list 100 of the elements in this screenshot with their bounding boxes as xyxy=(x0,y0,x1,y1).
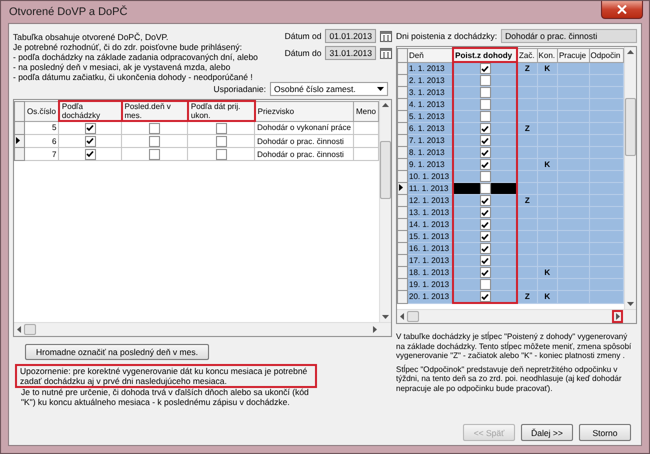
column-header[interactable]: Posled.deň v mes. xyxy=(122,101,188,121)
checkbox[interactable] xyxy=(480,243,491,254)
scroll-thumb[interactable] xyxy=(24,324,36,335)
table-cell: Dohodár o vykonaní práce xyxy=(254,121,354,134)
intro-text: Tabuľka obsahuje otvorené DoPČ, DoVP. xyxy=(13,32,170,42)
start-code: Z xyxy=(524,124,530,133)
scroll-left-icon[interactable] xyxy=(400,313,404,320)
warning-text: Upozornenie: pre korektné vygenerovanie dát ku koncu mesiaca je potrebné zadať dochádzku aj v prvé dni nasledujúceho mesiaca. xyxy=(16,365,316,387)
checkbox[interactable] xyxy=(480,195,491,206)
column-header[interactable]: Zač. xyxy=(517,48,538,62)
column-header[interactable]: Poist.z dohody xyxy=(453,48,518,62)
scroll-up-icon[interactable] xyxy=(627,50,634,54)
checkbox[interactable] xyxy=(480,123,491,134)
checkbox[interactable] xyxy=(480,255,491,266)
checkbox[interactable] xyxy=(480,87,491,98)
column-header[interactable]: Os.číslo xyxy=(24,101,59,121)
note-text: Je to nutné pre určenie, či dohoda trvá v ďalších dňoch alebo sa ukončí (kód "K") ku koncu aktuálneho mesiaca - k poslednému zápisu v dochádzke. xyxy=(21,387,310,407)
checkbox[interactable] xyxy=(480,135,491,146)
checkbox[interactable] xyxy=(149,122,160,134)
sort-dropdown[interactable]: Osobné číslo zamest. xyxy=(270,82,388,96)
checkbox[interactable] xyxy=(216,148,227,160)
row-pointer-icon xyxy=(399,184,403,191)
start-code: Z xyxy=(524,64,530,73)
caret-icon xyxy=(377,87,384,91)
column-header[interactable]: Meno xyxy=(353,101,378,121)
checkbox[interactable] xyxy=(84,136,96,146)
close-icon xyxy=(617,5,627,14)
checkbox[interactable] xyxy=(480,111,491,122)
checkbox[interactable] xyxy=(84,122,96,134)
table-cell: 6 xyxy=(24,134,59,148)
column-header[interactable]: Odpočin xyxy=(589,48,624,62)
window-title: Otvorené DoVP a DoPČ xyxy=(9,6,128,18)
close-button[interactable] xyxy=(601,1,643,19)
checkbox[interactable] xyxy=(480,159,491,170)
checkbox[interactable] xyxy=(480,75,491,86)
start-code: Z xyxy=(524,292,530,302)
checkbox[interactable] xyxy=(149,136,160,146)
scroll-down-icon[interactable] xyxy=(627,302,634,306)
scroll-thumb[interactable] xyxy=(380,141,391,199)
wizard-button[interactable]: Storno xyxy=(579,424,631,441)
checkbox[interactable] xyxy=(480,99,491,110)
table-cell: Dohodár o prac. činnosti xyxy=(254,148,354,160)
checkbox[interactable] xyxy=(480,183,491,194)
column-header[interactable]: Priezvisko xyxy=(254,101,354,121)
column-header[interactable]: Kon. xyxy=(537,48,558,62)
checkbox[interactable] xyxy=(84,148,96,160)
scroll-down-icon[interactable] xyxy=(382,315,389,319)
info-text: Stĺpec "Odpočinok" predstavuje deň nepretržitého odpočinku v týždni, na tento deň sa zo zrd. poi. neodhlasuje (aj keď dohodár nepracuje ale po odpočinku bude pracovať). xyxy=(396,364,623,393)
scroll-right-icon[interactable] xyxy=(373,326,377,333)
horizontal-scrollbar[interactable] xyxy=(397,309,636,323)
checkbox[interactable] xyxy=(480,171,491,182)
row-header[interactable] xyxy=(14,134,24,148)
checkbox[interactable] xyxy=(216,136,227,146)
calendar-icon[interactable] xyxy=(380,30,392,42)
end-code: K xyxy=(544,160,550,169)
checkbox[interactable] xyxy=(480,291,491,302)
date-label: Dátum do xyxy=(284,48,322,58)
scroll-thumb[interactable] xyxy=(407,311,419,322)
checkbox[interactable] xyxy=(480,231,491,242)
checkbox[interactable] xyxy=(480,219,491,230)
intro-text: Je potrebné rozhodnúť, či do zdr. poisťovne bude prihlásený: xyxy=(13,42,243,52)
row-header[interactable] xyxy=(398,182,408,194)
vertical-scrollbar[interactable] xyxy=(624,47,636,309)
checkbox[interactable] xyxy=(216,122,227,134)
scroll-right-button[interactable] xyxy=(613,311,622,322)
mark-last-day-button[interactable]: Hromadne označiť na posledný deň v mes. xyxy=(25,344,209,360)
column-header[interactable]: Podľa dát prij. ukon. xyxy=(188,101,255,121)
date-field[interactable]: 31.01.2013 xyxy=(325,46,376,60)
intro-text: - podľa dochádzky na základe zadania odpracovaných dní, alebo xyxy=(13,52,259,62)
end-code: K xyxy=(544,292,550,302)
end-code: K xyxy=(544,64,550,73)
table-cell: Dohodár o prac. činnosti xyxy=(254,134,354,148)
column-header[interactable]: Pracuje xyxy=(557,48,590,62)
insurance-days-field: Dohodár o prac. činnosti xyxy=(501,29,637,43)
column-header[interactable]: Podľa dochádzky xyxy=(58,101,122,121)
info-text: V tabuľke dochádzky je stĺpec "Poistený z dohody" vygenerovaný na základe dochádzky. Tento stĺpec môžete meniť, zmena spôsobí vygenerovanie "Z" - začiatok alebo "K" - koniec platnosti zmeny . xyxy=(396,332,632,360)
scroll-left-icon[interactable] xyxy=(17,326,21,333)
checkbox[interactable] xyxy=(480,279,491,290)
date-field[interactable]: 01.01.2013 xyxy=(325,29,376,43)
wizard-button[interactable]: Ďalej >> xyxy=(521,424,573,441)
intro-text: - na posledný deň v mesiaci, ak je vystavená mzda, alebo xyxy=(13,62,232,72)
calendar-icon[interactable] xyxy=(380,48,392,58)
scroll-up-icon[interactable] xyxy=(382,103,389,107)
end-code: K xyxy=(544,268,550,277)
checkbox[interactable] xyxy=(480,147,491,158)
checkbox[interactable] xyxy=(149,148,160,160)
sort-label: Usporiadanie: xyxy=(214,84,266,94)
table-cell: 7 xyxy=(24,148,59,160)
checkbox[interactable] xyxy=(480,63,491,74)
table-cell: 5 xyxy=(24,121,59,134)
vertical-scrollbar[interactable] xyxy=(379,100,391,322)
checkbox[interactable] xyxy=(480,207,491,218)
scroll-right-icon xyxy=(616,313,620,320)
insurance-days-label: Dni poistenia z dochádzky: xyxy=(396,31,498,41)
column-header[interactable]: Deň xyxy=(408,48,454,62)
checkbox[interactable] xyxy=(480,267,491,278)
date-label: Dátum od xyxy=(284,31,322,41)
horizontal-scrollbar[interactable] xyxy=(14,322,391,336)
scroll-thumb[interactable] xyxy=(625,98,636,156)
start-code: Z xyxy=(524,196,530,205)
